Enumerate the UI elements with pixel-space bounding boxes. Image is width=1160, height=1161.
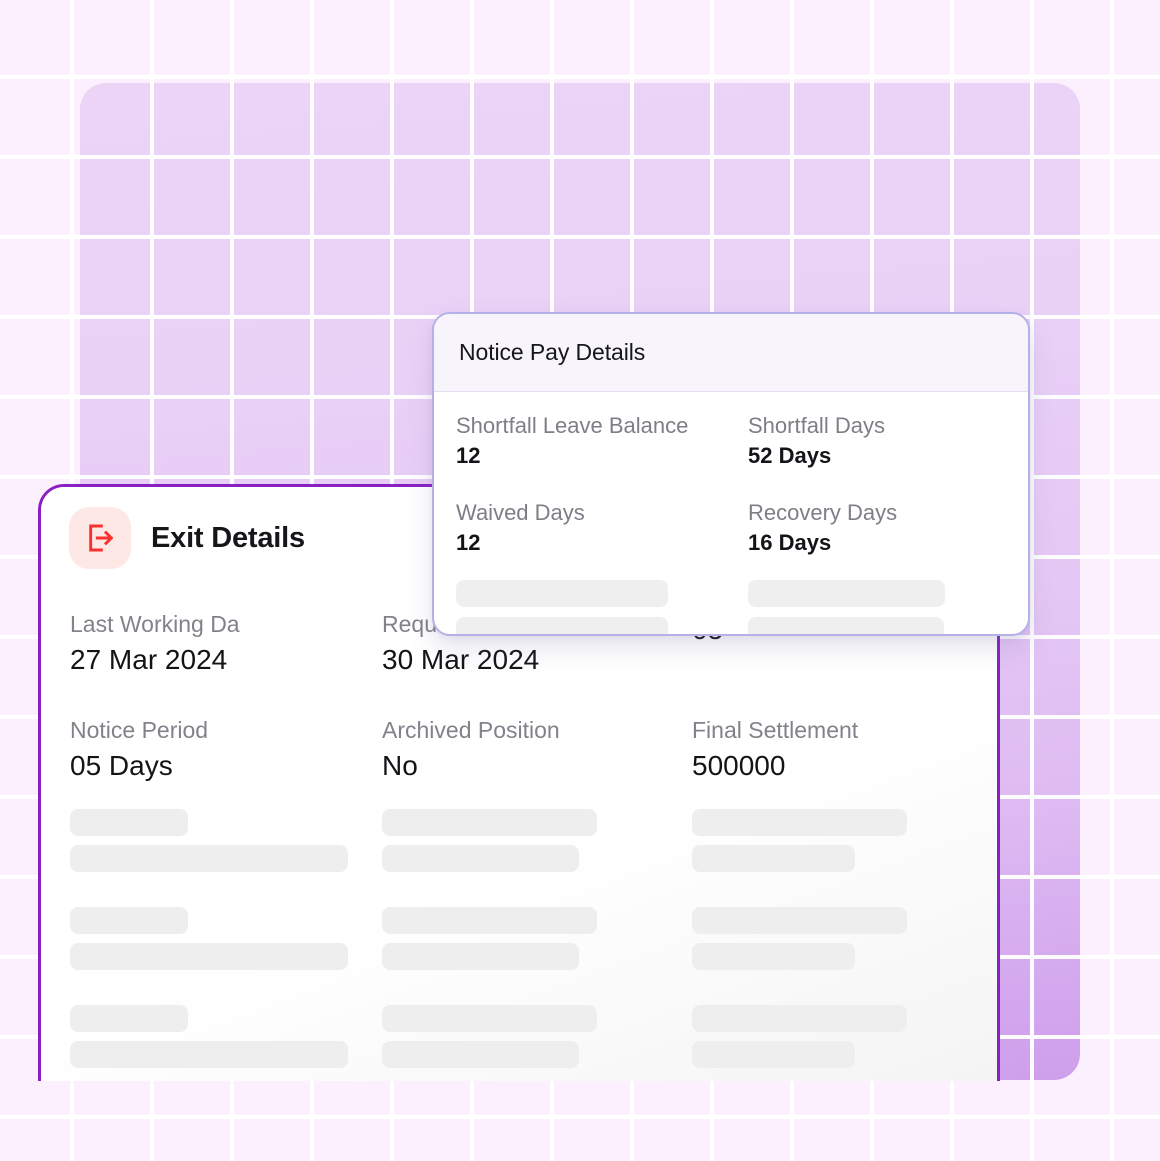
- skeleton-bar: [382, 1005, 597, 1032]
- screen-stage: Exit Details Last Working Da 27 Mar 2024…: [0, 0, 1160, 1161]
- modal-title: Notice Pay Details: [459, 339, 646, 365]
- field-label: Waived Days: [456, 500, 585, 525]
- skeleton-bar: [70, 809, 188, 836]
- modal-field-shortfall-leave-balance: Shortfall Leave Balance 12: [456, 412, 748, 471]
- skeleton-bar: [70, 1041, 348, 1068]
- skeleton-bar: [692, 845, 855, 872]
- skeleton-cell: [382, 1005, 692, 1068]
- skeleton-bar: [748, 617, 944, 634]
- skeleton-bar: [382, 1041, 579, 1068]
- skeleton-cell: [70, 809, 382, 872]
- field-label: Archived Position: [382, 717, 560, 743]
- field-value: 30 Mar 2024: [382, 644, 540, 675]
- skeleton-bar: [692, 1005, 907, 1032]
- skeleton-cell: [70, 907, 382, 970]
- skeleton-bar: [70, 1005, 188, 1032]
- skeleton-cell: [382, 809, 692, 872]
- skeleton-bar: [382, 943, 579, 970]
- skeleton-bar: [692, 907, 907, 934]
- skeleton-cell: [692, 907, 980, 970]
- skeleton-bar: [382, 845, 579, 872]
- field-value: 12: [456, 530, 481, 555]
- skeleton-cell: [692, 809, 980, 872]
- skeleton-bar: [456, 580, 668, 607]
- modal-field-recovery-days: Recovery Days 16 Days: [748, 499, 1004, 558]
- field-value: 05 Days: [70, 750, 173, 781]
- skeleton-bar: [692, 1041, 855, 1068]
- field-last-working-date: Last Working Da 27 Mar 2024: [70, 609, 382, 679]
- field-label: Recovery Days: [748, 500, 898, 525]
- field-archived-position: Archived Position No: [382, 715, 692, 785]
- skeleton-bar: [692, 943, 855, 970]
- field-label: Final Settlement: [692, 717, 859, 743]
- exit-logout-icon: [69, 507, 131, 569]
- modal-field-shortfall-days: Shortfall Days 52 Days: [748, 412, 1004, 471]
- field-value: 12: [456, 443, 481, 468]
- exit-details-header: Exit Details: [69, 507, 305, 569]
- skeleton-cell: [382, 907, 692, 970]
- skeleton-bar: [382, 809, 597, 836]
- field-label: Last Working Da: [70, 611, 240, 637]
- skeleton-bar: [692, 809, 907, 836]
- modal-header: Notice Pay Details: [434, 314, 1028, 392]
- skeleton-cell: [70, 1005, 382, 1068]
- field-value: 16 Days: [748, 530, 832, 555]
- field-label: Notice Period: [70, 717, 209, 743]
- field-value: 500000: [692, 750, 786, 781]
- field-value: No: [382, 750, 418, 781]
- exit-details-loading-skeletons: [70, 809, 980, 1068]
- modal-field-grid: Shortfall Leave Balance 12 Shortfall Day…: [456, 412, 1004, 558]
- field-label: Shortfall Leave Balance: [456, 413, 689, 438]
- skeleton-bar: [456, 617, 668, 634]
- field-label: Shortfall Days: [748, 413, 885, 438]
- modal-loading-skeletons: [456, 580, 1004, 634]
- skeleton-bar: [70, 845, 348, 872]
- field-value: 52 Days: [748, 443, 832, 468]
- field-final-settlement: Final Settlement 500000: [692, 715, 980, 785]
- modal-body: Shortfall Leave Balance 12 Shortfall Day…: [434, 392, 1028, 634]
- skeleton-bar: [382, 907, 597, 934]
- notice-pay-details-modal: Notice Pay Details Shortfall Leave Balan…: [432, 312, 1030, 636]
- skeleton-bar: [70, 907, 188, 934]
- field-notice-period: Notice Period 05 Days: [70, 715, 382, 785]
- field-value: 27 Mar 2024: [70, 644, 228, 675]
- skeleton-cell: [692, 1005, 980, 1068]
- skeleton-bar: [748, 580, 945, 607]
- modal-field-waived-days: Waived Days 12: [456, 499, 748, 558]
- page-title: Exit Details: [151, 521, 305, 554]
- skeleton-bar: [70, 943, 348, 970]
